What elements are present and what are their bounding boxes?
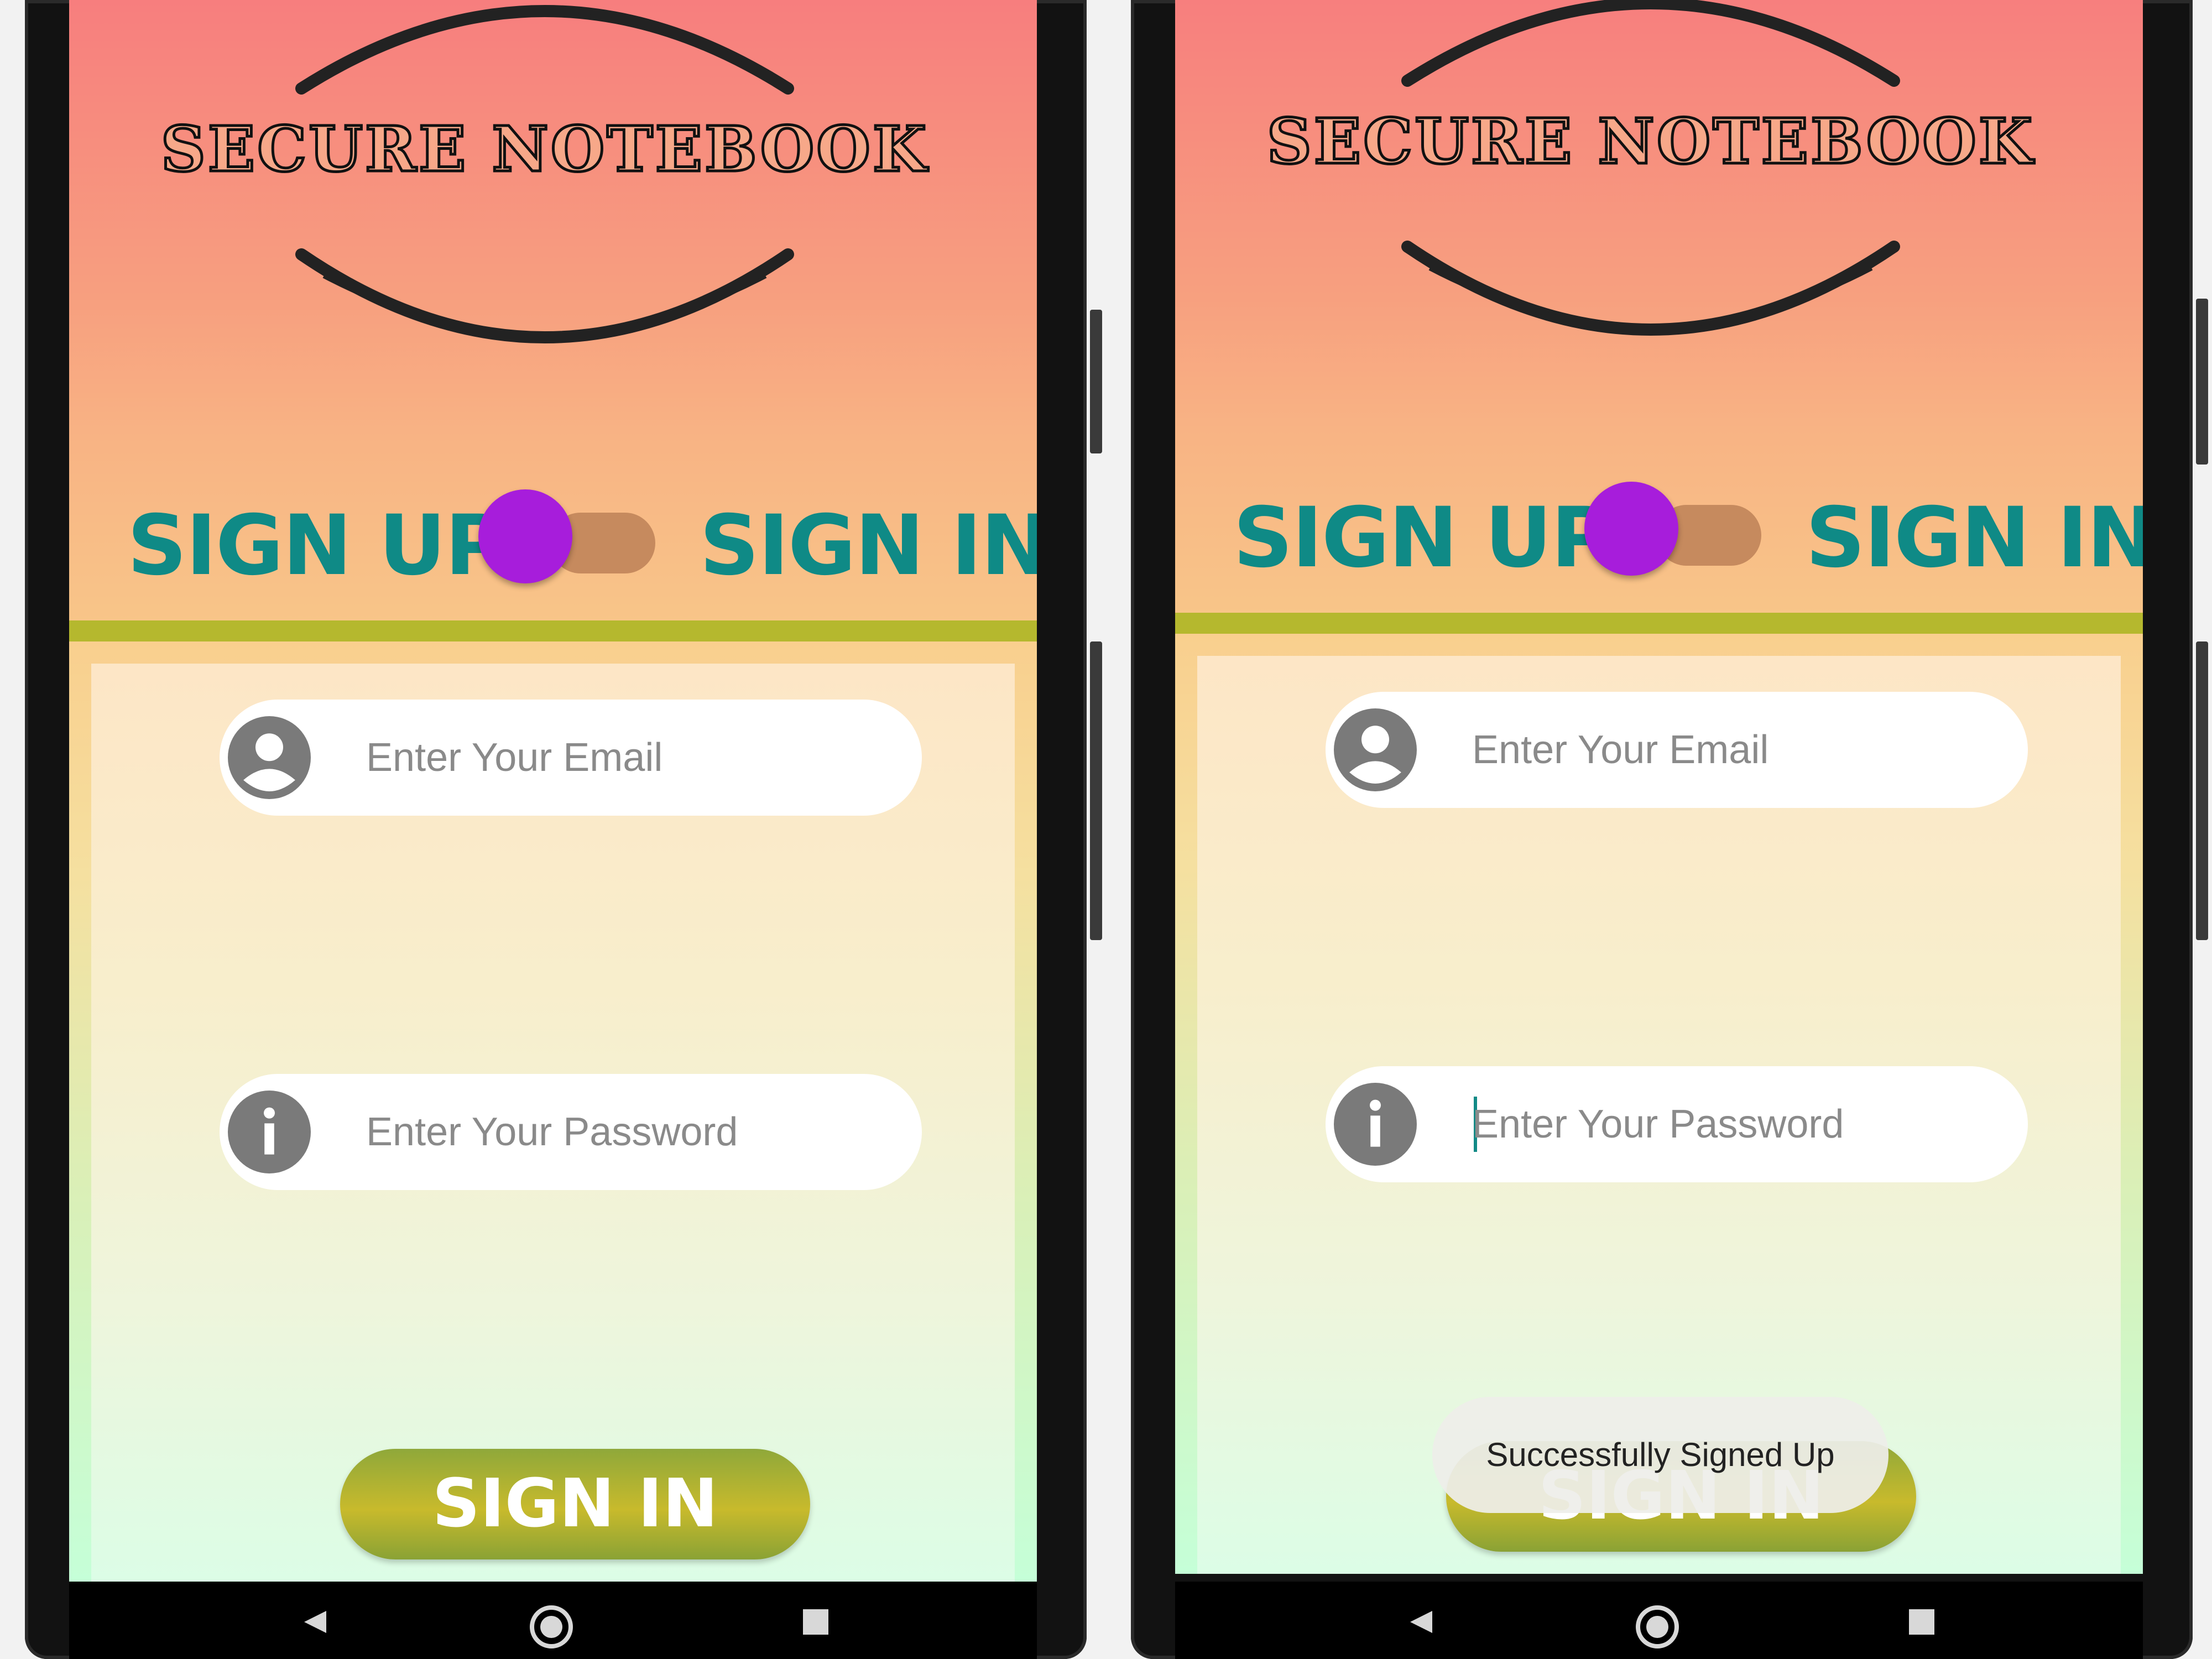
mode-switch[interactable] xyxy=(1584,482,1761,576)
home-icon[interactable] xyxy=(528,1604,575,1650)
logo: SECURE NOTEBOOK xyxy=(158,0,932,365)
power-button xyxy=(1090,641,1102,940)
tab-sign-in[interactable]: SIGN IN xyxy=(1806,490,2143,586)
tab-sign-up[interactable]: SIGN UP xyxy=(1233,490,1611,586)
header: SECURE NOTEBOOK xyxy=(69,0,1037,437)
app-logo-text: SECURE NOTEBOOK xyxy=(159,112,929,187)
form-area: Enter Your Email Enter Your Password SIG… xyxy=(69,641,1037,1582)
android-nav-bar xyxy=(69,1582,1037,1659)
email-placeholder: Enter Your Email xyxy=(366,735,663,780)
password-placeholder: Enter Your Password xyxy=(1472,1102,1844,1146)
home-icon[interactable] xyxy=(1634,1604,1681,1650)
back-icon[interactable] xyxy=(1407,1608,1435,1636)
recents-icon[interactable] xyxy=(802,1608,830,1636)
power-button xyxy=(2196,641,2208,940)
app-screen: SECURE NOTEBOOK SIGN UP SIGN IN Enter Yo… xyxy=(1175,0,2143,1574)
logo-ellipse-icon xyxy=(1401,0,1900,336)
form-card: Enter Your Email Enter Your Password xyxy=(91,664,1015,1582)
toast-message: Successfully Signed Up xyxy=(1432,1397,1888,1513)
tab-sign-up[interactable]: SIGN UP xyxy=(127,498,505,594)
logo: SECURE NOTEBOOK xyxy=(1264,0,2038,357)
mode-toggle-bar: SIGN UP SIGN IN xyxy=(69,437,1037,641)
mode-toggle-bar: SIGN UP SIGN IN xyxy=(1175,429,2143,634)
divider-stripe xyxy=(1175,613,2143,634)
tab-sign-in[interactable]: SIGN IN xyxy=(700,498,1037,594)
info-icon xyxy=(228,1091,311,1173)
sign-in-button[interactable]: SIGN IN xyxy=(340,1449,810,1559)
mode-switch[interactable] xyxy=(478,489,655,583)
account-circle-icon xyxy=(1334,708,1417,791)
password-field[interactable]: Enter Your Password xyxy=(1326,1066,2028,1182)
phone-left: SECURE NOTEBOOK SIGN UP SIGN IN Enter Yo… xyxy=(25,0,1102,1659)
app-screen: SECURE NOTEBOOK SIGN UP SIGN IN Enter Yo… xyxy=(69,0,1037,1582)
password-placeholder: Enter Your Password xyxy=(366,1110,738,1154)
back-icon[interactable] xyxy=(301,1608,329,1636)
switch-thumb[interactable] xyxy=(478,489,572,583)
android-nav-bar xyxy=(1175,1582,2143,1659)
email-field[interactable]: Enter Your Email xyxy=(220,700,922,816)
volume-button xyxy=(2196,299,2208,465)
email-field[interactable]: Enter Your Email xyxy=(1326,692,2028,808)
header: SECURE NOTEBOOK xyxy=(1175,0,2143,429)
divider-stripe xyxy=(69,620,1037,641)
password-field[interactable]: Enter Your Password xyxy=(220,1074,922,1190)
account-circle-icon xyxy=(228,716,311,799)
app-logo-text: SECURE NOTEBOOK xyxy=(1265,105,2035,180)
recents-icon[interactable] xyxy=(1908,1608,1936,1636)
form-area: Enter Your Email Enter Your Password SIG… xyxy=(1175,634,2143,1574)
switch-thumb[interactable] xyxy=(1584,482,1678,576)
phone-right: SECURE NOTEBOOK SIGN UP SIGN IN Enter Yo… xyxy=(1131,0,2208,1659)
email-placeholder: Enter Your Email xyxy=(1472,728,1769,772)
volume-button xyxy=(1090,310,1102,453)
info-icon xyxy=(1334,1083,1417,1166)
